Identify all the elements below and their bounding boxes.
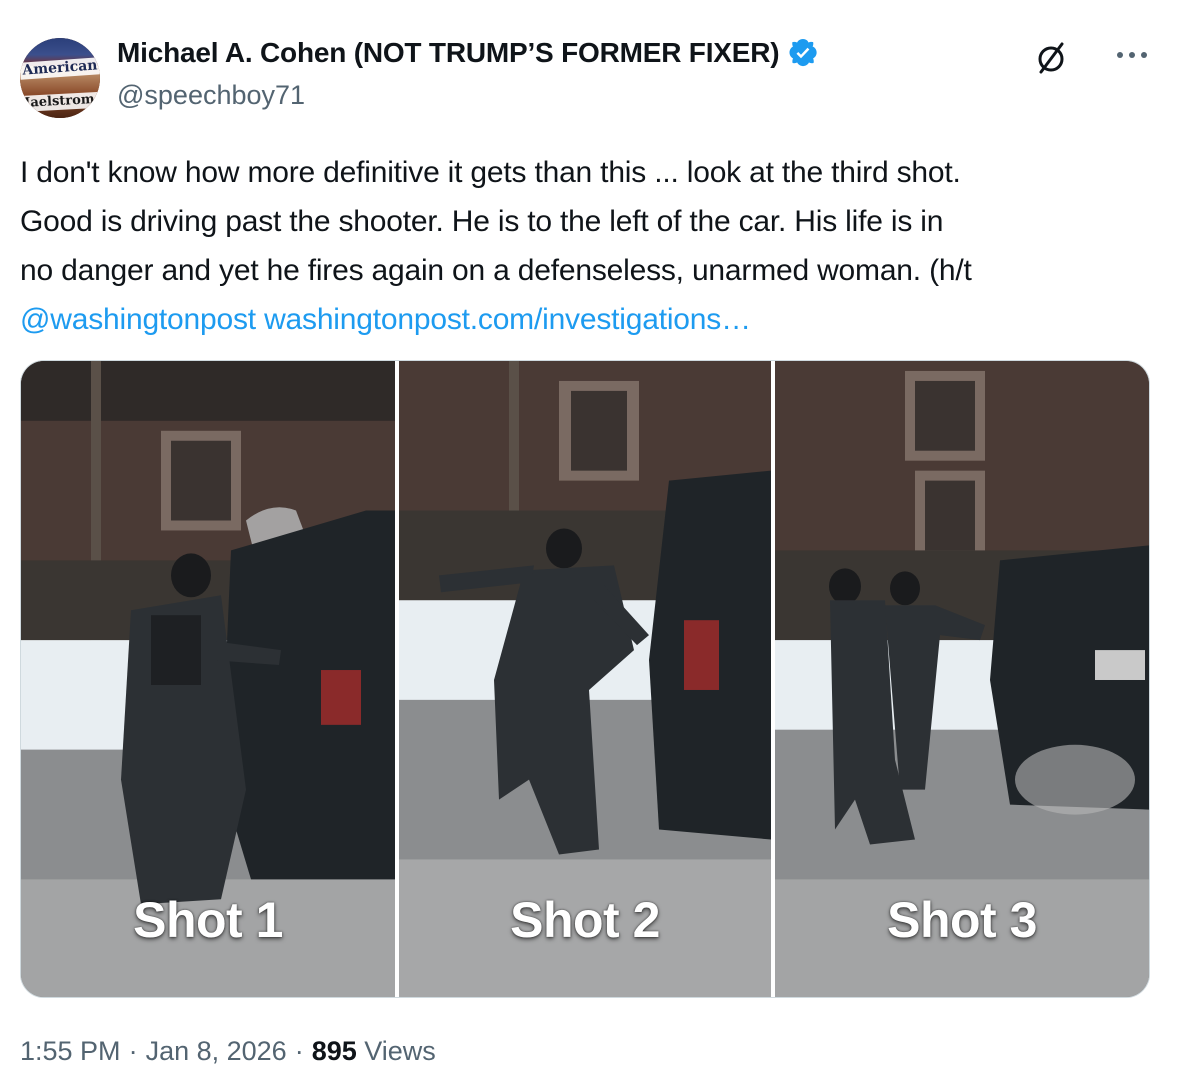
tweet-text-line: I don't know how more definitive it gets… [20, 156, 961, 189]
shot-label-3: Shot 3 [887, 892, 1037, 948]
author-name-row: Michael A. Cohen (NOT TRUMP’S FORMER FIX… [117, 37, 818, 69]
media-photo-2[interactable]: Shot 2 [399, 361, 771, 997]
media-photo-3[interactable]: Shot 3 [775, 361, 1149, 997]
shot-label-1: Shot 1 [133, 892, 283, 948]
tweet-metadata: 1:55 PM · Jan 8, 2026 · 895 Views [20, 1036, 436, 1067]
media-grid[interactable]: Shot 1 Shot 2 Shot 3 [20, 360, 1150, 998]
media-photo-1[interactable]: Shot 1 [21, 361, 395, 997]
author-display-name[interactable]: Michael A. Cohen (NOT TRUMP’S FORMER FIX… [117, 37, 780, 69]
grok-icon[interactable] [1034, 38, 1070, 78]
author-handle[interactable]: @speechboy71 [117, 80, 305, 111]
url-link[interactable]: washingtonpost.com/investigations… [264, 303, 751, 336]
separator: · [128, 1036, 138, 1066]
verified-badge-icon[interactable] [788, 38, 818, 68]
views-count: 895 [311, 1036, 357, 1066]
separator: · [294, 1036, 304, 1066]
tweet-text-line: Good is driving past the shooter. He is … [20, 205, 944, 238]
tweet-time[interactable]: 1:55 PM [20, 1036, 121, 1066]
avatar[interactable]: American Maelstrom [20, 38, 100, 118]
tweet-date[interactable]: Jan 8, 2026 [146, 1036, 287, 1066]
tweet-text: I don't know how more definitive it gets… [20, 148, 1160, 344]
tweet[interactable]: American Maelstrom Michael A. Cohen (NOT… [0, 0, 1178, 1092]
mention-link[interactable]: @washingtonpost [20, 303, 256, 336]
more-options-icon[interactable] [1112, 40, 1152, 70]
tweet-text-link-line: @washingtonpost washingtonpost.com/inves… [20, 295, 1160, 344]
tweet-text-line: no danger and yet he fires again on a de… [20, 254, 972, 287]
views-label: Views [364, 1036, 436, 1066]
shot-label-2: Shot 2 [510, 892, 660, 948]
